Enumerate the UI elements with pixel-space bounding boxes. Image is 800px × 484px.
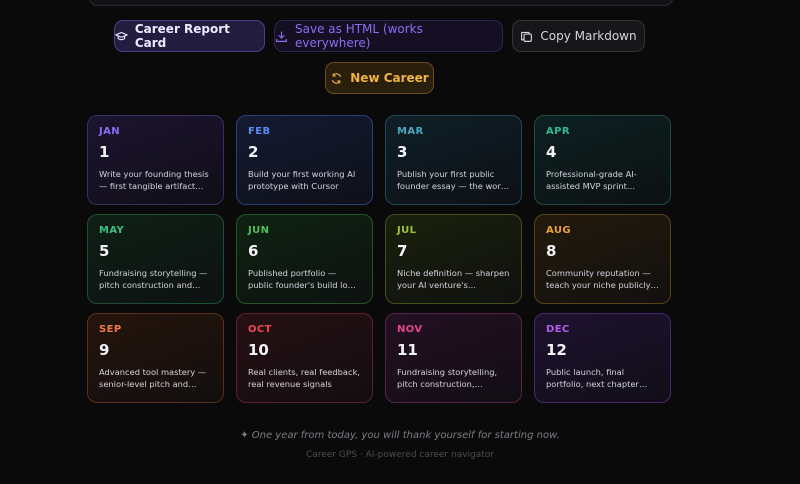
month-label: MAR (397, 126, 424, 137)
month-number: 10 (248, 341, 269, 359)
month-card-oct[interactable]: OCT 10 Real clients, real feedback, real r… (236, 313, 373, 403)
month-number: 6 (248, 242, 259, 260)
new-career-label: New Career (350, 71, 429, 85)
month-card-apr[interactable]: APR 4 Professional-grade AI-assisted MVP s… (534, 115, 671, 205)
download-icon (276, 31, 287, 42)
month-description: Community reputation — teach your niche … (546, 268, 654, 290)
month-label: FEB (248, 126, 271, 137)
top-panel-edge (88, 0, 674, 6)
month-card-mar[interactable]: MAR 3 Publish your first public founder es… (385, 115, 522, 205)
month-description: Public launch, final portfolio, next cha… (546, 367, 639, 389)
save-as-html-label: Save as HTML (works everywhere) (295, 22, 423, 50)
month-label: MAY (99, 225, 125, 236)
month-card-may[interactable]: MAY 5 Fundraising storytelling — pitch con… (87, 214, 224, 304)
month-label: APR (546, 126, 570, 137)
month-label: SEP (99, 324, 122, 335)
month-label: DEC (546, 324, 570, 335)
motivational-quote: ✦ One year from today, you will thank yo… (240, 430, 560, 441)
month-number: 3 (397, 143, 408, 161)
month-card-aug[interactable]: AUG 8 Community reputation — teach your ni… (534, 214, 671, 304)
copy-markdown-label: Copy Markdown (540, 29, 637, 43)
graduation-cap-icon (115, 31, 128, 40)
month-description: Build your first working AI prototype wi… (248, 169, 356, 191)
month-number: 9 (99, 341, 110, 359)
month-number: 8 (546, 242, 557, 260)
footer-text: Career GPS · AI-powered career navigator (305, 450, 495, 460)
refresh-icon (332, 72, 342, 84)
month-label: JUN (248, 225, 270, 236)
month-label: JUL (397, 225, 417, 236)
month-label: OCT (248, 324, 272, 335)
month-description: Professional-grade AI-assisted MVP sprin… (546, 169, 637, 191)
month-description: Fundraising storytelling, pitch construc… (397, 367, 498, 389)
month-number: 5 (99, 242, 110, 260)
copy-icon (521, 31, 533, 42)
month-card-jan[interactable]: JAN 1 Write your founding thesis — first t… (87, 115, 224, 205)
month-description: Publish your first public founder essay … (397, 169, 509, 191)
month-card-jul[interactable]: JUL 7 Niche definition — sharpen your AI v… (385, 214, 522, 304)
month-description: Write your founding thesis — first tangi… (99, 169, 209, 191)
month-number: 7 (397, 242, 408, 260)
save-as-html-button[interactable]: Save as HTML (works everywhere) (274, 20, 503, 52)
month-label: JAN (99, 126, 121, 137)
month-card-dec[interactable]: DEC 12 Public launch, final portfolio, nex… (534, 313, 671, 403)
month-number: 2 (248, 143, 259, 161)
month-description: Real clients, real feedback, real revenu… (248, 367, 361, 389)
month-card-sep[interactable]: SEP 9 Advanced tool mastery — senior-level… (87, 313, 224, 403)
month-card-jun[interactable]: JUN 6 Published portfolio — public founder… (236, 214, 373, 304)
month-number: 11 (397, 341, 418, 359)
month-card-feb[interactable]: FEB 2 Build your first working AI prototyp… (236, 115, 373, 205)
career-report-card-label: Career Report Card (134, 22, 230, 50)
month-number: 12 (546, 341, 567, 359)
month-description: Advanced tool mastery — senior-level pit… (99, 367, 207, 389)
month-description: Published portfolio — public founder's b… (248, 268, 353, 290)
copy-markdown-button[interactable]: Copy Markdown (512, 20, 645, 52)
month-number: 1 (99, 143, 110, 161)
month-number: 4 (546, 143, 557, 161)
month-label: NOV (397, 324, 423, 335)
month-description: Niche definition — sharpen your AI ventu… (397, 268, 510, 290)
new-career-button[interactable]: New Career (325, 62, 434, 94)
career-report-card-button[interactable]: Career Report Card (114, 20, 265, 52)
month-label: AUG (546, 225, 571, 236)
month-card-nov[interactable]: NOV 11 Fundraising storytelling, pitch con… (385, 313, 522, 403)
month-description: Fundraising storytelling — pitch constru… (99, 268, 208, 290)
